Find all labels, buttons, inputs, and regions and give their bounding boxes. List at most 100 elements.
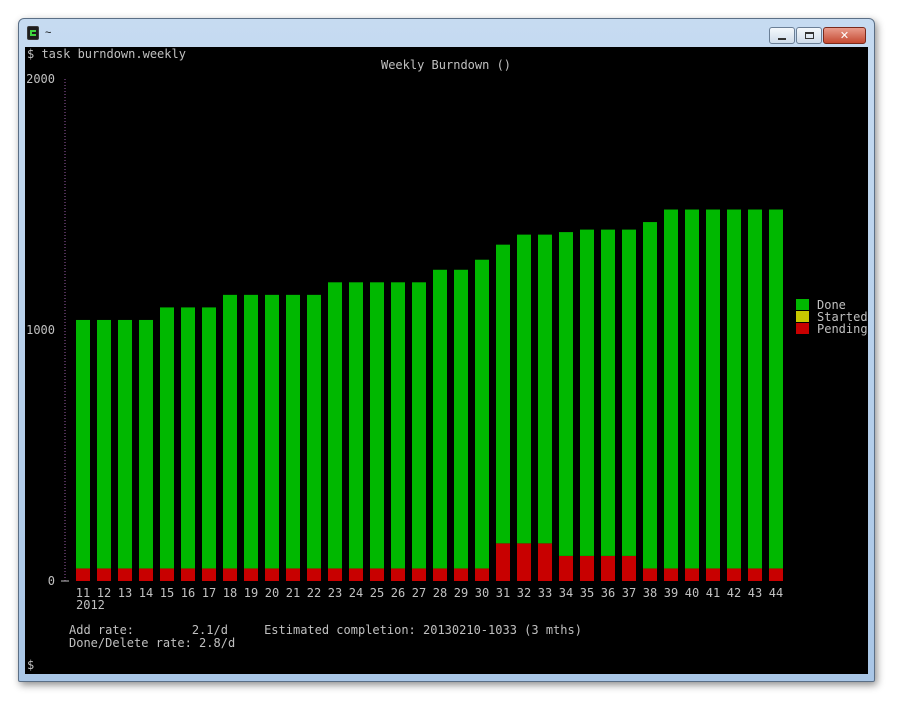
x-tick-label: 38 (643, 586, 657, 600)
bar-done (727, 209, 741, 569)
bar-pending (160, 568, 174, 581)
window-title: ~ (45, 27, 52, 39)
x-tick-label: 28 (433, 586, 447, 600)
bar-done (118, 319, 132, 569)
bar-pending (76, 568, 90, 581)
x-tick-label: 14 (139, 586, 153, 600)
bar-pending (643, 568, 657, 581)
bar-pending (517, 543, 531, 581)
x-tick-label: 43 (748, 586, 762, 600)
bar-done (706, 209, 720, 569)
bar-done (685, 209, 699, 569)
minimize-icon (778, 37, 786, 40)
burndown-chart: Weekly Burndown ()01000200011 12 13 14 15 16 1… (26, 58, 868, 612)
x-tick-label: 30 (475, 586, 489, 600)
close-icon: ✕ (839, 29, 850, 42)
bar-pending (118, 568, 132, 581)
chart-title: Weekly Burndown () (381, 58, 511, 72)
x-tick-label: 39 (664, 586, 678, 600)
x-tick-label: 25 (370, 586, 384, 600)
bar-done (286, 294, 300, 569)
bar-pending (685, 568, 699, 581)
bar-done (391, 282, 405, 569)
x-tick-label: 41 (706, 586, 720, 600)
x-tick-label: 17 (202, 586, 216, 600)
bar-done (517, 234, 531, 544)
x-year-label: 2012 (76, 598, 105, 612)
legend-label-pending: Pending (817, 322, 868, 336)
bar-done (223, 294, 237, 569)
done-rate-line: Done/Delete rate: 2.8/d (69, 636, 236, 650)
x-tick-label: 44 (769, 586, 783, 600)
bar-done (349, 282, 363, 569)
terminal-app-icon (27, 26, 39, 40)
y-tick-label: 0 (48, 574, 55, 588)
bar-pending (706, 568, 720, 581)
x-tick-label: 37 (622, 586, 636, 600)
legend-swatch-done (796, 299, 809, 310)
bar-pending (349, 568, 363, 581)
x-tick-label: 24 (349, 586, 363, 600)
add-rate-line: Add rate: 2.1/d Estimated completion: 20… (69, 623, 582, 637)
bar-done (265, 294, 279, 569)
bar-pending (181, 568, 195, 581)
x-tick-label: 19 (244, 586, 258, 600)
bar-done (307, 294, 321, 569)
legend-swatch-pending (796, 323, 809, 334)
x-tick-label: 21 (286, 586, 300, 600)
legend-swatch-started (796, 311, 809, 322)
x-tick-label: 29 (454, 586, 468, 600)
bar-done (139, 319, 153, 569)
x-tick-label: 35 (580, 586, 594, 600)
x-tick-label: 23 (328, 586, 342, 600)
terminal-output[interactable]: Weekly Burndown () 0 1000 2000 11 12 13 14 15 16 1… (25, 47, 868, 674)
bar-pending (664, 568, 678, 581)
bar-pending (97, 568, 111, 581)
x-tick-label: 42 (727, 586, 741, 600)
bar-done (769, 209, 783, 569)
bar-done (244, 294, 258, 569)
x-tick-label: 27 (412, 586, 426, 600)
bar-pending (412, 568, 426, 581)
bar-pending (286, 568, 300, 581)
x-tick-label: 31 (496, 586, 510, 600)
bar-done (580, 229, 594, 556)
bar-done (160, 307, 174, 569)
bar-pending (223, 568, 237, 581)
y-tick-label: 1000 (26, 323, 55, 337)
minimize-button[interactable] (769, 27, 795, 44)
close-button[interactable]: ✕ (823, 27, 866, 44)
bar-pending (391, 568, 405, 581)
title-bar[interactable]: ~ ✕ (19, 19, 874, 47)
bar-done (664, 209, 678, 569)
x-tick-label: 22 (307, 586, 321, 600)
maximize-button[interactable] (796, 27, 822, 44)
bar-pending (475, 568, 489, 581)
bar-pending (139, 568, 153, 581)
bar-pending (244, 568, 258, 581)
bar-pending (307, 568, 321, 581)
bar-done (559, 232, 573, 556)
bar-done (496, 244, 510, 544)
bar-pending (370, 568, 384, 581)
shell-prompt: $ (27, 658, 35, 672)
x-tick-label: 34 (559, 586, 573, 600)
bar-pending (538, 543, 552, 581)
bar-done (538, 234, 552, 544)
bar-done (643, 222, 657, 569)
bar-pending (433, 568, 447, 581)
bar-pending (454, 568, 468, 581)
bar-pending (580, 555, 594, 581)
bar-pending (559, 555, 573, 581)
bar-pending (496, 543, 510, 581)
bar-done (433, 269, 447, 569)
bar-pending (202, 568, 216, 581)
bar-pending (727, 568, 741, 581)
bar-pending (748, 568, 762, 581)
x-tick-label: 26 (391, 586, 405, 600)
bar-done (475, 259, 489, 569)
command-line: $ task burndown.weekly (27, 47, 186, 61)
bar-pending (601, 555, 615, 581)
x-tick-label: 16 (181, 586, 195, 600)
bar-pending (769, 568, 783, 581)
